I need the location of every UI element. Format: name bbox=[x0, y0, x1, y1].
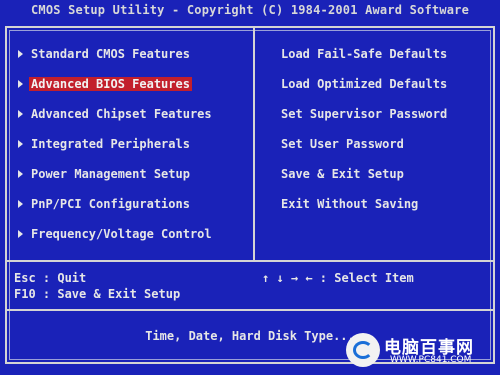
menu-item-exit-without-saving[interactable]: Exit Without Saving bbox=[281, 193, 491, 223]
key-hint-f10: F10 : Save & Exit Setup bbox=[14, 287, 181, 301]
arrow-right-icon bbox=[18, 49, 23, 58]
menu-item-label: PnP/PCI Configurations bbox=[31, 197, 190, 211]
menu-item-advanced-chipset-features[interactable]: Advanced Chipset Features bbox=[18, 103, 250, 133]
menu-bottom-divider bbox=[5, 260, 495, 262]
menu-item-label: Advanced Chipset Features bbox=[31, 107, 212, 121]
key-hint-arrows: ↑ ↓ → ← : Select Item bbox=[262, 271, 414, 285]
menu-item-label: Set User Password bbox=[281, 137, 404, 151]
left-menu: Standard CMOS Features Advanced BIOS Fea… bbox=[18, 43, 250, 253]
arrow-right-icon bbox=[18, 79, 23, 88]
menu-divider bbox=[253, 26, 255, 262]
right-menu: Load Fail-Safe Defaults Load Optimized D… bbox=[281, 43, 491, 223]
menu-item-set-supervisor-password[interactable]: Set Supervisor Password bbox=[281, 103, 491, 133]
menu-item-label: Standard CMOS Features bbox=[31, 47, 190, 61]
arrow-right-icon bbox=[18, 169, 23, 178]
window-title: CMOS Setup Utility - Copyright (C) 1984-… bbox=[30, 3, 470, 17]
menu-item-set-user-password[interactable]: Set User Password bbox=[281, 133, 491, 163]
keys-bottom-divider bbox=[5, 309, 495, 311]
menu-item-standard-cmos-features[interactable]: Standard CMOS Features bbox=[18, 43, 250, 73]
site-logo-icon bbox=[346, 333, 380, 367]
menu-item-save-exit-setup[interactable]: Save & Exit Setup bbox=[281, 163, 491, 193]
menu-item-power-management-setup[interactable]: Power Management Setup bbox=[18, 163, 250, 193]
watermark-url: WWW.PC841.COM bbox=[390, 355, 472, 365]
menu-item-label: Load Fail-Safe Defaults bbox=[281, 47, 448, 61]
menu-item-advanced-bios-features[interactable]: Advanced BIOS Features bbox=[18, 73, 250, 103]
menu-item-label: Integrated Peripherals bbox=[31, 137, 190, 151]
menu-item-load-optimized-defaults[interactable]: Load Optimized Defaults bbox=[281, 73, 491, 103]
menu-item-label: Save & Exit Setup bbox=[281, 167, 404, 181]
menu-item-load-fail-safe-defaults[interactable]: Load Fail-Safe Defaults bbox=[281, 43, 491, 73]
arrow-right-icon bbox=[18, 109, 23, 118]
menu-item-label: Advanced BIOS Features bbox=[29, 77, 192, 91]
arrow-right-icon bbox=[18, 139, 23, 148]
menu-item-label: Set Supervisor Password bbox=[281, 107, 448, 121]
menu-item-label: Exit Without Saving bbox=[281, 197, 419, 211]
menu-item-label: Load Optimized Defaults bbox=[281, 77, 448, 91]
menu-item-integrated-peripherals[interactable]: Integrated Peripherals bbox=[18, 133, 250, 163]
arrow-right-icon bbox=[18, 229, 23, 238]
menu-item-frequency-voltage-control[interactable]: Frequency/Voltage Control bbox=[18, 223, 250, 253]
menu-item-pnp-pci-configurations[interactable]: PnP/PCI Configurations bbox=[18, 193, 250, 223]
menu-item-label: Frequency/Voltage Control bbox=[31, 227, 212, 241]
watermark: 电脑百事网 WWW.PC841.COM bbox=[346, 331, 496, 371]
menu-item-label: Power Management Setup bbox=[31, 167, 190, 181]
arrow-right-icon bbox=[18, 199, 23, 208]
key-hint-esc: Esc : Quit bbox=[14, 271, 87, 285]
